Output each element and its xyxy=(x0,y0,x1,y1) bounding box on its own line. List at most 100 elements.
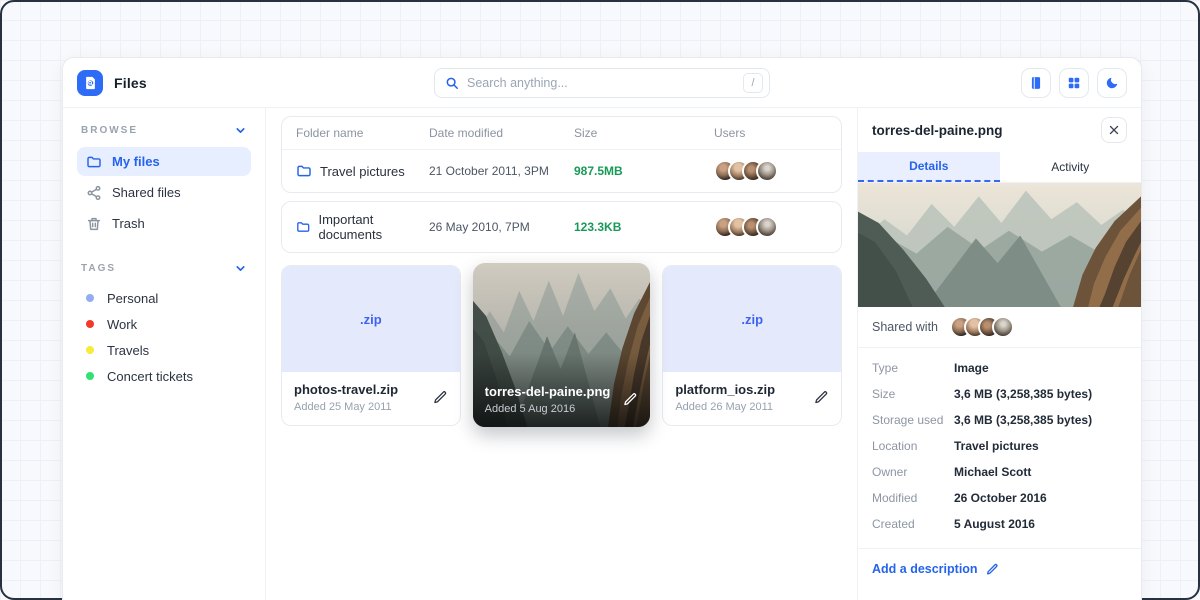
pencil-icon xyxy=(623,392,638,407)
field-label: Type xyxy=(872,361,954,375)
field-value: Michael Scott xyxy=(954,465,1127,479)
file-name: torres-del-paine.png xyxy=(485,384,624,399)
tag-label: Travels xyxy=(107,343,149,358)
tab-activity[interactable]: Activity xyxy=(1000,152,1142,182)
file-card-photos-travel[interactable]: .zip photos-travel.zip Added 25 May 2011 xyxy=(281,265,461,426)
shared-with-label: Shared with xyxy=(872,320,938,334)
avatar xyxy=(992,316,1014,338)
sidebar: Browse My files Shared files Trash Tags xyxy=(63,108,266,600)
folder-name: Travel pictures xyxy=(320,164,405,179)
rename-button[interactable] xyxy=(433,390,448,405)
sidebar-item-label: Trash xyxy=(112,216,145,231)
tags-section-label: Tags xyxy=(81,263,116,274)
field-label: Modified xyxy=(872,491,954,505)
moon-icon xyxy=(1105,76,1119,90)
chevron-down-icon[interactable] xyxy=(234,124,247,137)
file-card-platform-ios[interactable]: .zip platform_ios.zip Added 26 May 2011 xyxy=(662,265,842,426)
metadata-row-storage-used: Storage used 3,6 MB (3,258,385 bytes) xyxy=(858,407,1141,433)
search-bar[interactable]: / xyxy=(434,68,770,98)
search-input[interactable] xyxy=(467,76,735,90)
column-header-size: Size xyxy=(574,126,714,140)
metadata-row-owner: Owner Michael Scott xyxy=(858,459,1141,485)
rename-button[interactable] xyxy=(623,392,638,407)
table-row[interactable]: Important documents 26 May 2010, 7PM 123… xyxy=(281,201,842,253)
tag-label: Personal xyxy=(107,291,158,306)
app-window: Files / Browse xyxy=(62,57,1142,600)
avatar xyxy=(756,216,778,238)
tag-item-personal[interactable]: Personal xyxy=(77,285,251,311)
rename-button[interactable] xyxy=(814,390,829,405)
folder-icon xyxy=(86,154,102,170)
tag-item-concert-tickets[interactable]: Concert tickets xyxy=(77,363,251,389)
zip-badge: .zip xyxy=(360,312,382,327)
tag-label: Concert tickets xyxy=(107,369,193,384)
app-logo-icon xyxy=(77,70,103,96)
tag-color-dot xyxy=(86,346,94,354)
browse-section-label: Browse xyxy=(81,125,138,136)
apps-grid-button[interactable] xyxy=(1059,68,1089,98)
metadata-row-modified: Modified 26 October 2016 xyxy=(858,485,1141,511)
details-tabs: Details Activity xyxy=(858,152,1141,183)
table-header-row: Folder name Date modified Size Users xyxy=(282,117,841,150)
file-name: photos-travel.zip xyxy=(294,382,433,397)
field-value: 26 October 2016 xyxy=(954,491,1127,505)
dark-mode-button[interactable] xyxy=(1097,68,1127,98)
field-value: 5 August 2016 xyxy=(954,517,1127,531)
sidebar-item-trash[interactable]: Trash xyxy=(77,209,251,238)
search-icon xyxy=(445,76,459,90)
field-value: Image xyxy=(954,361,1127,375)
chevron-down-icon[interactable] xyxy=(234,262,247,275)
file-card-torres-del-paine[interactable]: torres-del-paine.png Added 5 Aug 2016 xyxy=(473,263,651,427)
tab-details[interactable]: Details xyxy=(858,152,1000,182)
field-label: Location xyxy=(872,439,954,453)
pencil-icon xyxy=(814,390,829,405)
file-added-date: Added 5 Aug 2016 xyxy=(485,403,624,415)
main-content: Folder name Date modified Size Users Tra… xyxy=(266,108,857,600)
field-label: Owner xyxy=(872,465,954,479)
column-header-date-modified: Date modified xyxy=(429,126,574,140)
date-modified: 21 October 2011, 3PM xyxy=(429,164,574,178)
zip-preview: .zip xyxy=(282,266,460,372)
table-row[interactable]: Travel pictures 21 October 2011, 3PM 987… xyxy=(282,150,841,192)
file-metadata: Type Image Size 3,6 MB (3,258,385 bytes)… xyxy=(858,348,1141,544)
folder-name: Important documents xyxy=(318,212,429,242)
sidebar-item-label: Shared files xyxy=(112,185,181,200)
field-value: 3,6 MB (3,258,385 bytes) xyxy=(954,387,1127,401)
metadata-row-created: Created 5 August 2016 xyxy=(858,511,1141,537)
folder-size: 987.5MB xyxy=(574,164,714,178)
app-header: Files / xyxy=(63,58,1141,108)
folder-icon xyxy=(296,163,312,179)
shared-with-avatars xyxy=(950,316,1014,338)
trash-icon xyxy=(86,216,102,232)
tag-item-work[interactable]: Work xyxy=(77,311,251,337)
close-panel-button[interactable] xyxy=(1101,117,1127,143)
sidebar-item-my-files[interactable]: My files xyxy=(77,147,251,176)
field-label: Created xyxy=(872,517,954,531)
tag-label: Work xyxy=(107,317,137,332)
metadata-row-location: Location Travel pictures xyxy=(858,433,1141,459)
tag-color-dot xyxy=(86,320,94,328)
tag-color-dot xyxy=(86,372,94,380)
add-description-label: Add a description xyxy=(872,562,978,576)
pencil-icon xyxy=(433,390,448,405)
field-value: 3,6 MB (3,258,385 bytes) xyxy=(954,413,1127,427)
pencil-icon xyxy=(986,563,999,576)
file-added-date: Added 26 May 2011 xyxy=(675,401,814,413)
brand: Files xyxy=(77,70,147,96)
avatar xyxy=(756,160,778,182)
date-modified: 26 May 2010, 7PM xyxy=(429,220,574,234)
details-panel: torres-del-paine.png Details Activity xyxy=(857,108,1141,600)
header-actions xyxy=(1021,68,1127,98)
file-preview-image xyxy=(858,183,1141,307)
metadata-row-size: Size 3,6 MB (3,258,385 bytes) xyxy=(858,381,1141,407)
folders-table: Folder name Date modified Size Users Tra… xyxy=(281,116,842,193)
book-icon xyxy=(1029,76,1043,90)
file-name: platform_ios.zip xyxy=(675,382,814,397)
add-description-button[interactable]: Add a description xyxy=(858,548,1141,589)
field-label: Storage used xyxy=(872,413,954,427)
app-title: Files xyxy=(114,75,147,91)
library-button[interactable] xyxy=(1021,68,1051,98)
folder-icon xyxy=(296,219,310,235)
sidebar-item-shared-files[interactable]: Shared files xyxy=(77,178,251,207)
tag-item-travels[interactable]: Travels xyxy=(77,337,251,363)
